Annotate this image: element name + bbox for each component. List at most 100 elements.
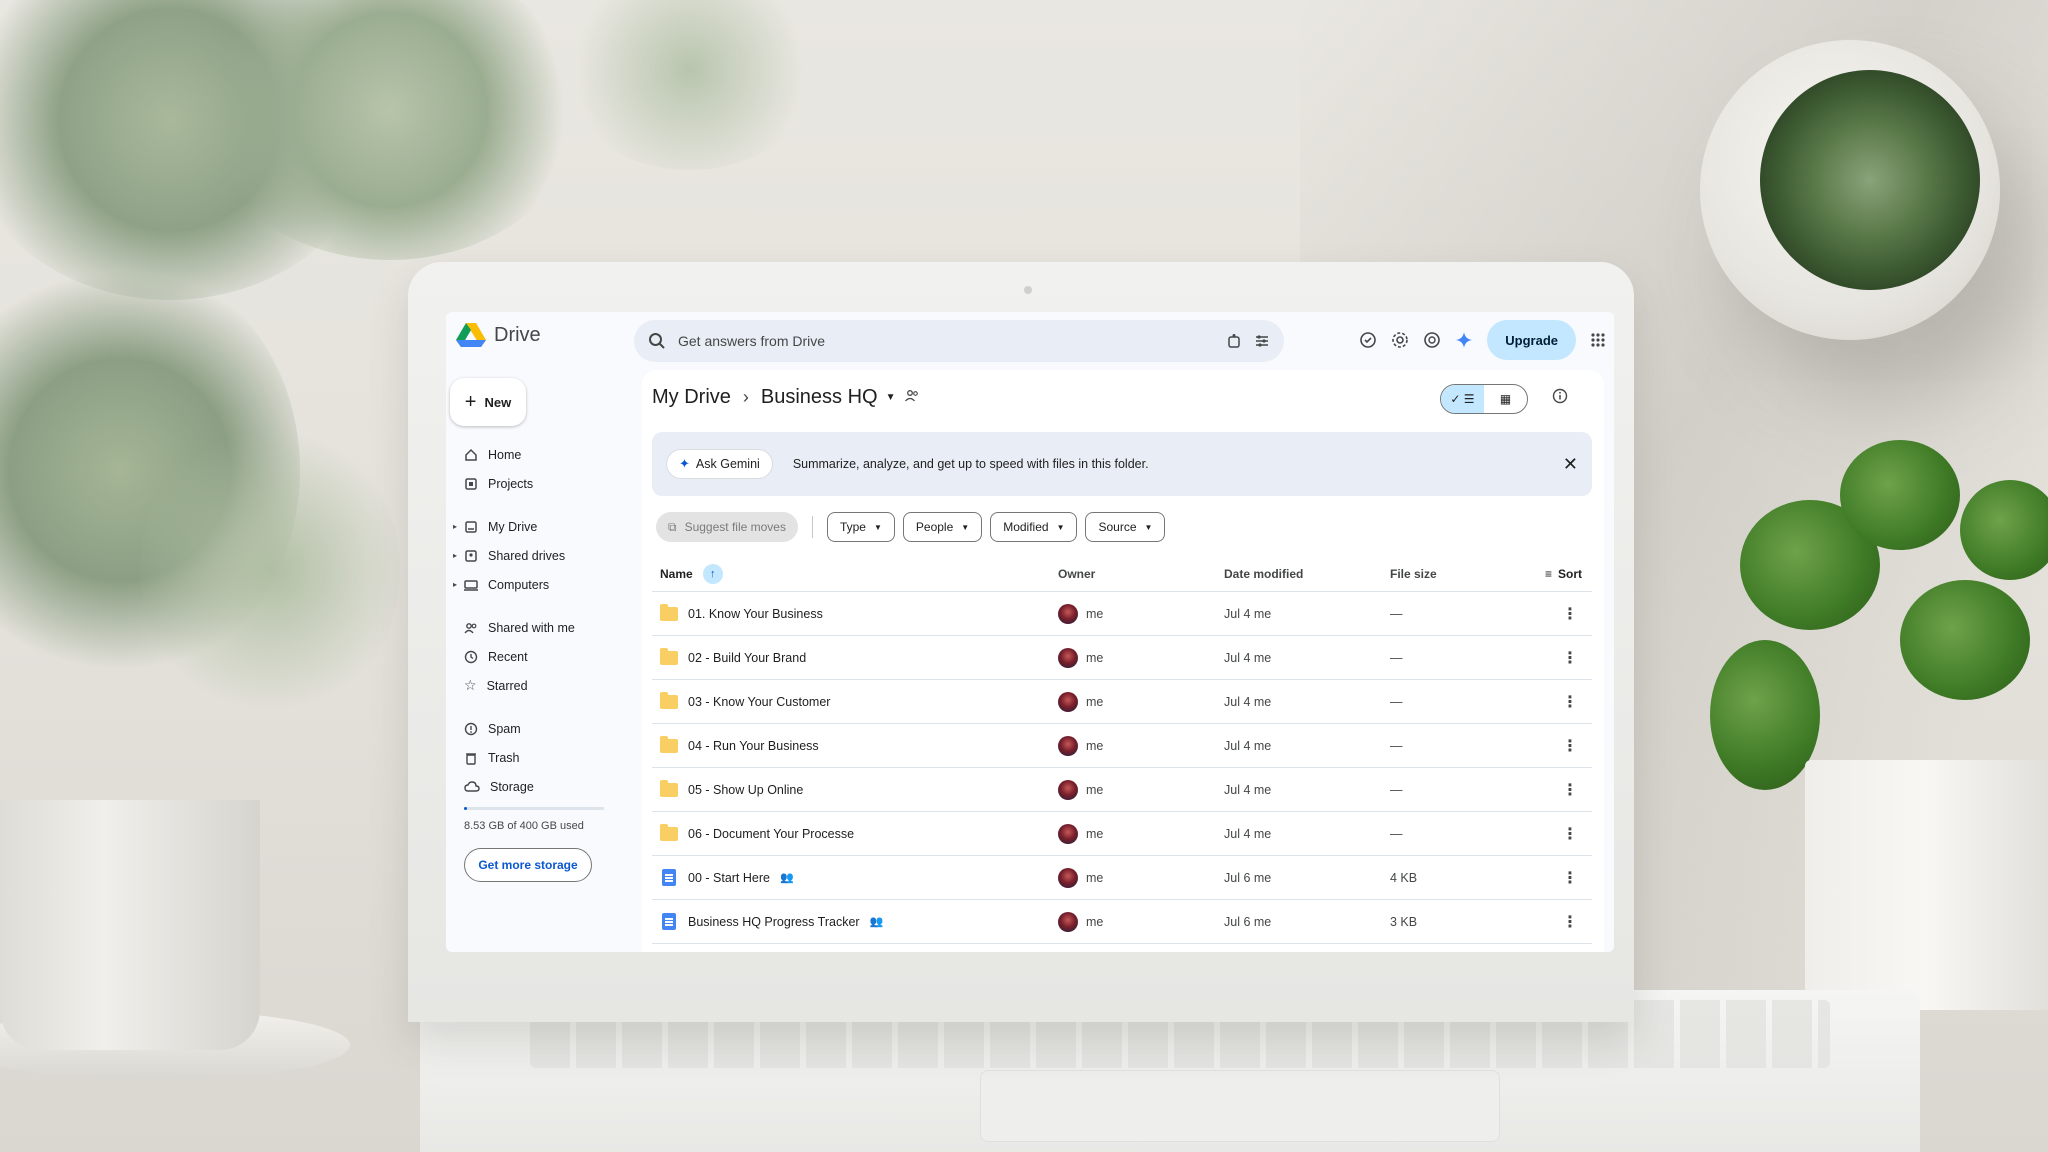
ask-gemini-label: Ask Gemini [695, 457, 760, 471]
file-name-cell[interactable]: 00 - Start Here 👥 [652, 869, 1058, 886]
file-name: 03 - Know Your Customer [688, 694, 831, 709]
trash-icon [464, 751, 478, 765]
sort-ascending-icon[interactable]: ↑ [702, 563, 723, 584]
sidebar-item-label: Home [488, 447, 522, 462]
file-size-cell: 3 KB [1390, 914, 1418, 929]
info-icon[interactable] [1552, 388, 1568, 404]
table-row[interactable]: 01. Know Your Business me Jul 4 me — ⋮ [652, 592, 1592, 636]
sidebar-item-shared-with-me[interactable]: Shared with me [446, 613, 626, 642]
expand-caret-icon[interactable]: ▸ [453, 522, 457, 531]
storage-progress-fill [464, 807, 467, 810]
more-actions-icon[interactable]: ⋮ [1540, 736, 1592, 756]
sidebar-item-storage[interactable]: Storage [446, 772, 626, 801]
drive-brand[interactable]: Drive [456, 322, 541, 348]
succulent-plant [1760, 70, 1980, 290]
file-name-cell[interactable]: Business HQ Progress Tracker 👥 [652, 913, 1058, 930]
attach-ai-icon[interactable] [1226, 333, 1242, 349]
sidebar-item-projects[interactable]: Projects [446, 469, 626, 498]
more-actions-icon[interactable]: ⋮ [1540, 648, 1592, 668]
filter-people-chip[interactable]: People ▼ [902, 512, 983, 542]
sidebar-item-spam[interactable]: Spam [446, 714, 626, 743]
sidebar-item-shared-drives[interactable]: ▸ Shared drives [446, 541, 626, 570]
table-row[interactable]: Business HQ Progress Tracker 👥 me Jul 6 me 3… [652, 900, 1592, 944]
sidebar-item-recent[interactable]: Recent [446, 642, 626, 671]
more-actions-icon[interactable]: ⋮ [1540, 692, 1592, 712]
sort-button[interactable]: ≡ Sort [1540, 567, 1592, 581]
more-actions-icon[interactable]: ⋮ [1540, 912, 1592, 932]
filter-chip-label: Modified [1003, 520, 1049, 534]
header-name[interactable]: Name ↑ [652, 563, 1058, 584]
header-name-label: Name [660, 566, 693, 581]
sidebar-item-my-drive[interactable]: ▸ My Drive [446, 512, 626, 541]
more-actions-icon[interactable]: ⋮ [1540, 824, 1592, 844]
date-modified-cell: Jul 4 me [1224, 738, 1272, 753]
shared-folder-icon[interactable] [904, 386, 920, 409]
more-actions-icon[interactable]: ⋮ [1540, 868, 1592, 888]
owner-cell: me [1058, 647, 1224, 668]
header-owner[interactable]: Owner [1058, 567, 1224, 581]
suggest-file-moves-button[interactable]: ⧉ Suggest file moves [656, 512, 798, 542]
expand-caret-icon[interactable]: ▸ [453, 551, 457, 560]
file-size-cell: — [1390, 606, 1403, 621]
list-view-button[interactable]: ✓ ☰ [1441, 385, 1484, 413]
header-date-modified[interactable]: Date modified [1224, 567, 1390, 581]
file-name: 05 - Show Up Online [688, 782, 804, 797]
chevron-down-icon: ▼ [1056, 522, 1065, 532]
owner-cell: me [1058, 691, 1224, 712]
sidebar-item-label: Spam [488, 721, 521, 736]
support-icon[interactable] [1423, 331, 1441, 349]
sidebar-item-computers[interactable]: ▸ Computers [446, 570, 626, 599]
table-row[interactable]: 05 - Show Up Online me Jul 4 me — ⋮ [652, 768, 1592, 812]
filter-modified-chip[interactable]: Modified ▼ [990, 512, 1078, 542]
more-actions-icon[interactable]: ⋮ [1540, 604, 1592, 624]
date-modified-cell: Jul 4 me [1224, 606, 1272, 621]
search-icon[interactable] [648, 332, 666, 350]
new-button[interactable]: + New [450, 378, 526, 426]
upgrade-button[interactable]: Upgrade [1487, 320, 1576, 360]
sidebar-item-trash[interactable]: Trash [446, 743, 626, 772]
expand-caret-icon[interactable]: ▸ [453, 580, 457, 589]
search-options-icon[interactable] [1254, 333, 1270, 349]
breadcrumb-root[interactable]: My Drive [652, 386, 731, 409]
settings-gear-icon[interactable] [1391, 331, 1409, 349]
eucalyptus-leaf [140, 420, 400, 720]
folder-icon [660, 823, 678, 841]
grid-view-button[interactable]: ▦ [1484, 385, 1527, 413]
filter-type-chip[interactable]: Type ▼ [826, 512, 895, 542]
people-icon [464, 621, 478, 635]
more-actions-icon[interactable]: ⋮ [1540, 780, 1592, 800]
get-more-storage-button[interactable]: Get more storage [464, 848, 592, 882]
ask-gemini-button[interactable]: ✦ Ask Gemini [666, 449, 773, 479]
table-row[interactable]: 00 - Start Here 👥 me Jul 6 me 4 KB ⋮ [652, 856, 1592, 900]
header-file-size[interactable]: File size [1390, 567, 1540, 581]
folder-move-icon: ⧉ [668, 519, 677, 534]
apps-grid-icon[interactable] [1590, 332, 1606, 348]
file-name-cell[interactable]: 02 - Build Your Brand [652, 647, 1058, 665]
table-row[interactable]: 02 - Build Your Brand me Jul 4 me — ⋮ [652, 636, 1592, 680]
main-content: My Drive › Business HQ ▼ ✓ ☰ ▦ ✦ Ask Gem… [642, 370, 1604, 952]
file-name: 01. Know Your Business [688, 606, 823, 621]
gemini-sparkle-icon[interactable] [1455, 331, 1473, 349]
offline-status-icon[interactable] [1359, 331, 1377, 349]
search-input[interactable]: Get answers from Drive [678, 333, 1214, 349]
table-row[interactable]: 04 - Run Your Business me Jul 4 me — ⋮ [652, 724, 1592, 768]
filter-source-chip[interactable]: Source ▼ [1085, 512, 1166, 542]
search-bar[interactable]: Get answers from Drive [634, 320, 1284, 362]
file-name-cell[interactable]: 04 - Run Your Business [652, 735, 1058, 753]
file-name-cell[interactable]: 03 - Know Your Customer [652, 691, 1058, 709]
table-row[interactable]: 06 - Document Your Processe me Jul 4 me — ⋮ [652, 812, 1592, 856]
sort-label: Sort [1558, 566, 1582, 581]
breadcrumb-current-folder[interactable]: Business HQ ▼ [761, 386, 920, 409]
file-name-cell[interactable]: 06 - Document Your Processe [652, 823, 1058, 841]
close-icon[interactable]: ✕ [1563, 454, 1578, 475]
sidebar-item-starred[interactable]: ☆ Starred [446, 671, 626, 700]
table-row[interactable]: 03 - Know Your Customer me Jul 4 me — ⋮ [652, 680, 1592, 724]
file-name: 00 - Start Here [688, 870, 770, 885]
date-modified-cell: Jul 4 me [1224, 826, 1272, 841]
file-name-cell[interactable]: 05 - Show Up Online [652, 779, 1058, 797]
file-name: Business HQ Progress Tracker [688, 914, 860, 929]
file-name-cell[interactable]: 01. Know Your Business [652, 603, 1058, 621]
laptop-trackpad [980, 1070, 1500, 1142]
view-toggle: ✓ ☰ ▦ [1440, 384, 1528, 414]
sidebar-item-home[interactable]: Home [446, 440, 626, 469]
